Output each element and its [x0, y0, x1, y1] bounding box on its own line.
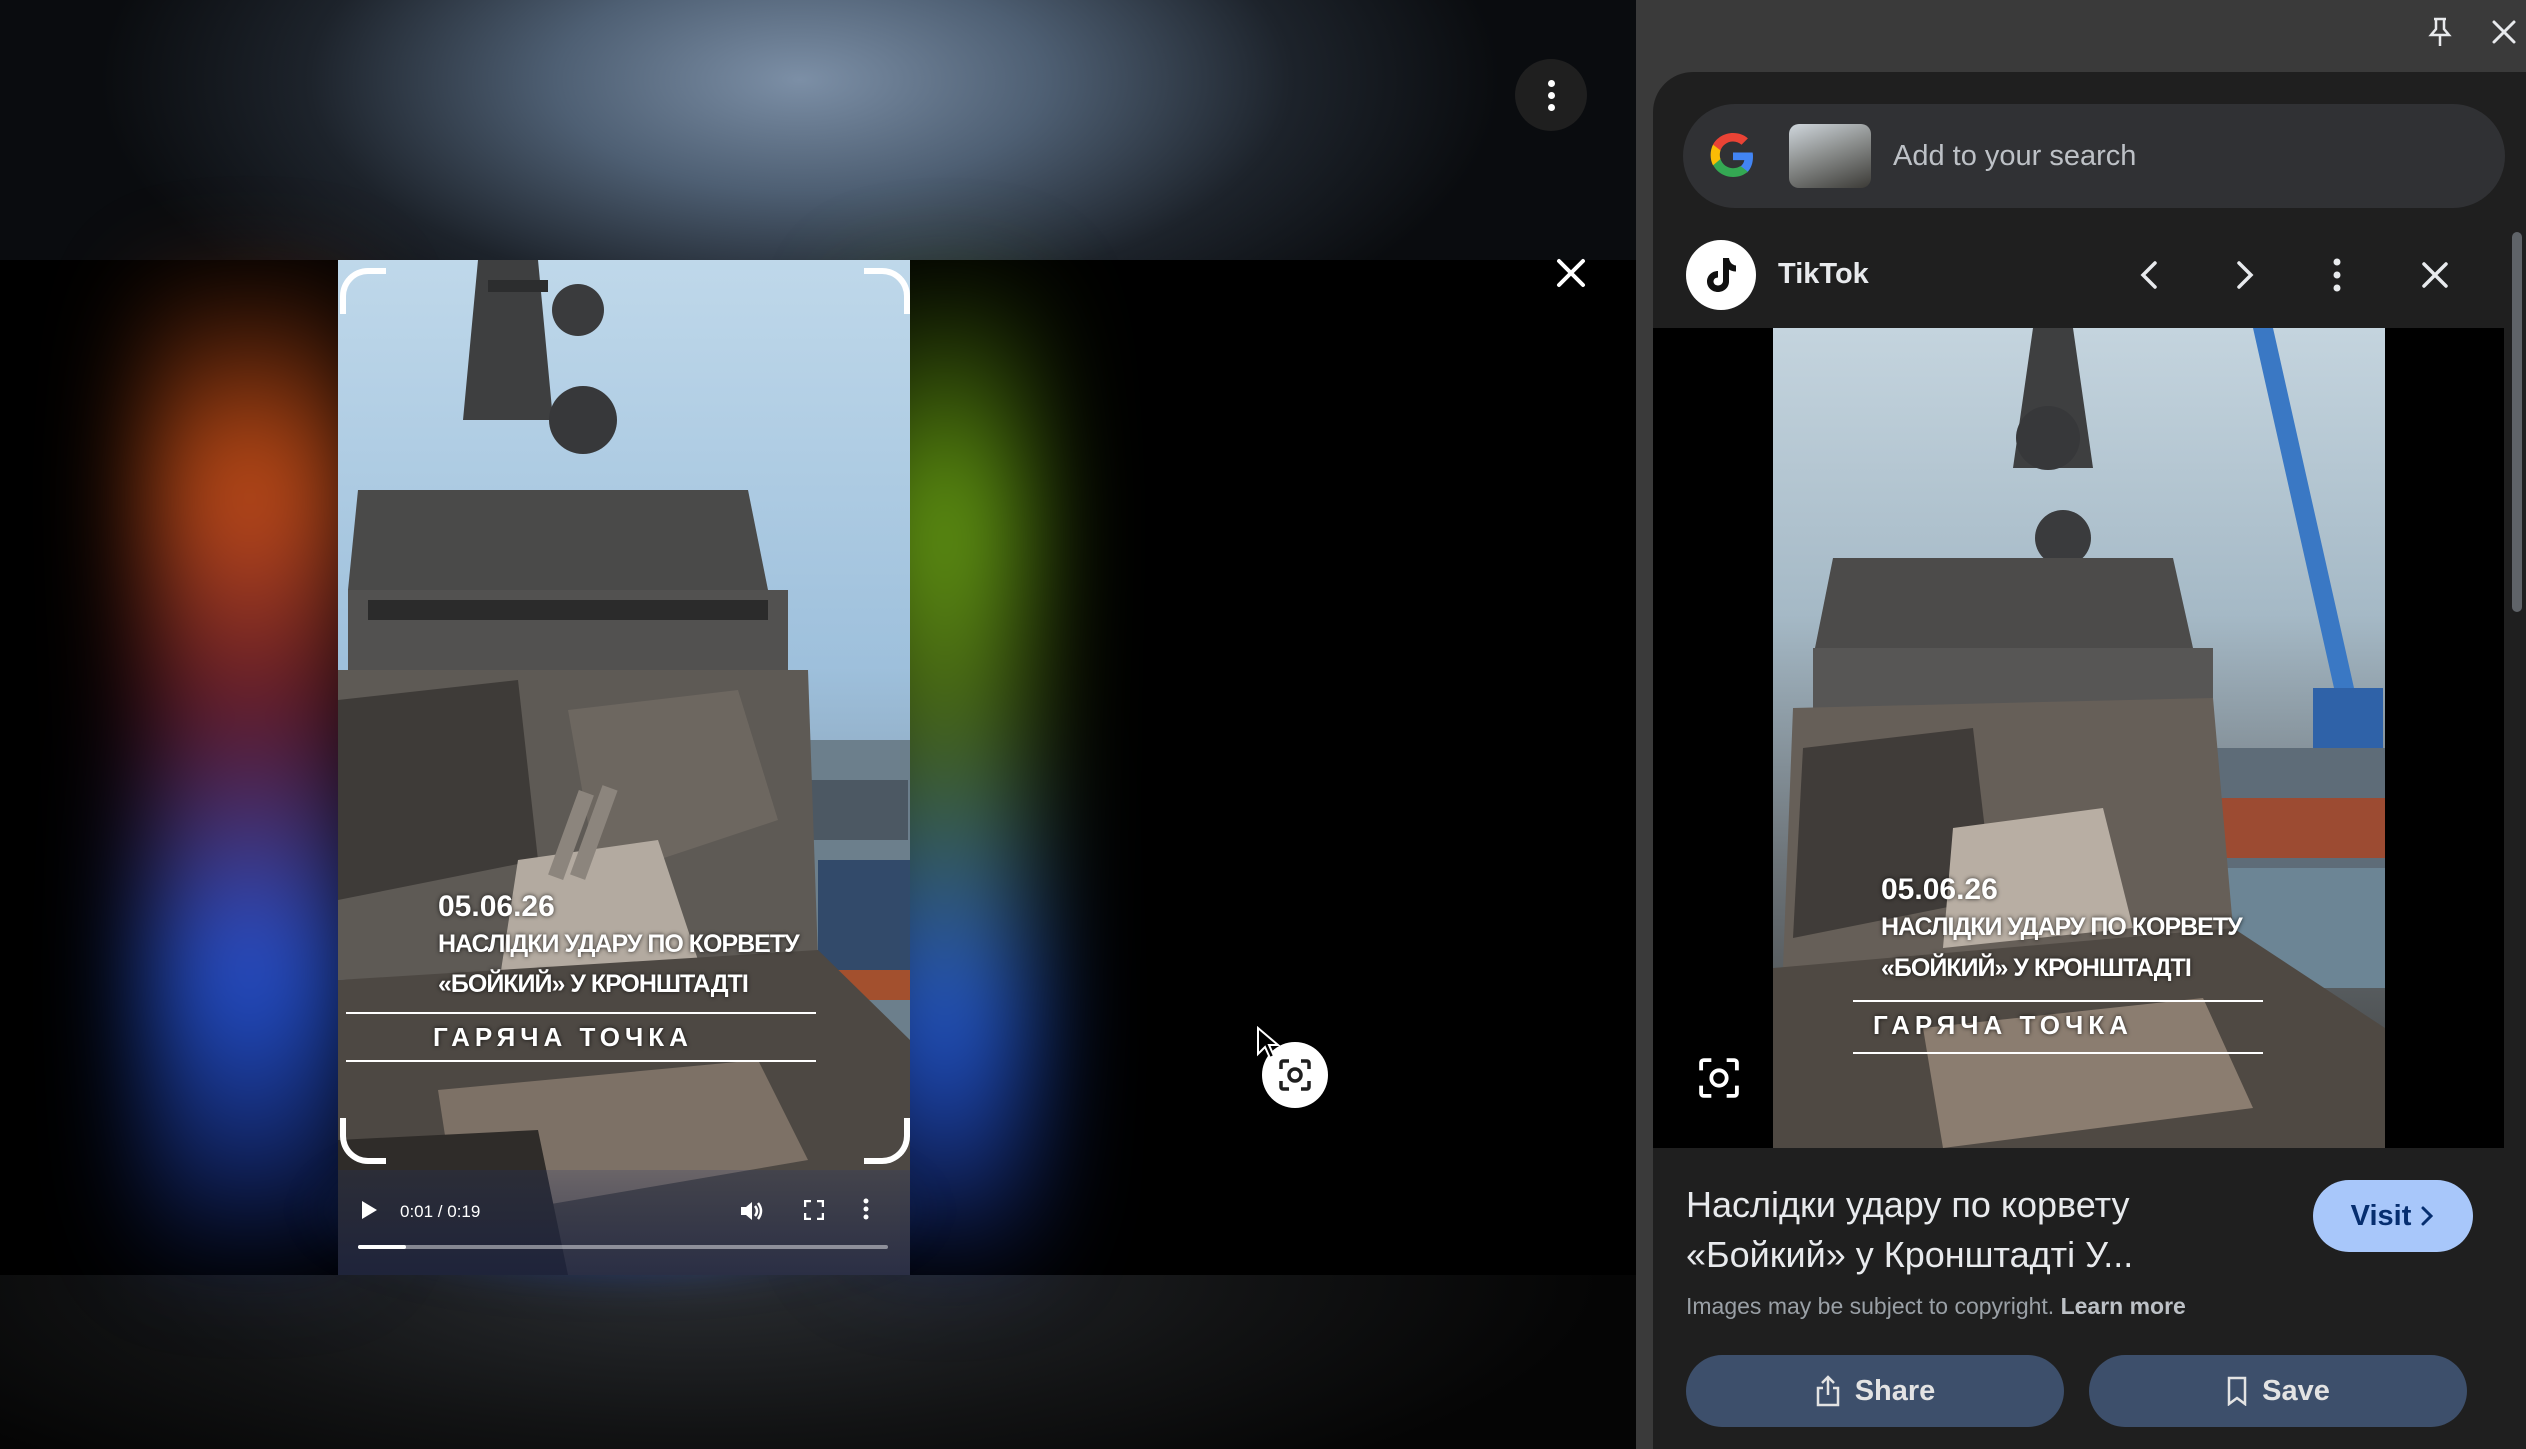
- share-icon: [1816, 1375, 1839, 1407]
- close-icon[interactable]: [2420, 260, 2450, 295]
- blurred-backdrop-bottom: [0, 1275, 1636, 1449]
- lens-glow-left: [150, 260, 350, 1275]
- more-vert-icon: [1547, 79, 1555, 111]
- lens-search-button[interactable]: [1696, 1055, 1742, 1101]
- video-viewer: 05.06.26 НАСЛІДКИ УДАРУ ПО КОРВЕТУ «БОЙК…: [0, 0, 1636, 1449]
- visit-button[interactable]: Visit: [2313, 1180, 2473, 1252]
- video-time: 0:01 / 0:19: [400, 1202, 481, 1221]
- video-controls: 0:01 / 0:19: [338, 1170, 910, 1275]
- video-progress-fill: [358, 1245, 406, 1249]
- video-frame[interactable]: 05.06.26 НАСЛІДКИ УДАРУ ПО КОРВЕТУ «БОЙК…: [338, 260, 910, 1275]
- video-progress-bar[interactable]: [358, 1245, 888, 1249]
- play-icon[interactable]: [360, 1200, 378, 1224]
- fullscreen-icon[interactable]: [803, 1199, 825, 1224]
- close-panel-icon[interactable]: [2490, 18, 2518, 51]
- more-options-icon[interactable]: [862, 1198, 870, 1224]
- preview-brand-overlay: ГАРЯЧА ТОЧКА: [1873, 1010, 2133, 1040]
- mouse-cursor: [1256, 1025, 1281, 1065]
- caption-divider: [346, 1012, 816, 1014]
- caption-divider: [346, 1060, 816, 1062]
- preview-caption-line2: «БОЙКИЙ» У КРОНШТАДТІ: [1881, 954, 2192, 982]
- caption-divider: [1853, 1000, 2263, 1002]
- search-bar[interactable]: Add to your search: [1683, 104, 2505, 208]
- scrollbar-thumb[interactable]: [2512, 232, 2522, 612]
- video-brand-overlay: ГАРЯЧА ТОЧКА: [433, 1022, 693, 1052]
- chevron-left-icon[interactable]: [2138, 260, 2160, 295]
- preview-image[interactable]: 05.06.26 НАСЛІДКИ УДАРУ ПО КОРВЕТУ «БОЙК…: [1773, 328, 2385, 1148]
- lens-icon: [1699, 1058, 1739, 1098]
- ship-illustration: [338, 260, 910, 1275]
- search-placeholder[interactable]: Add to your search: [1893, 140, 2136, 173]
- blurred-backdrop-top: [0, 0, 1636, 260]
- save-button[interactable]: Save: [2089, 1355, 2467, 1427]
- pin-icon[interactable]: [2426, 16, 2454, 53]
- bookmark-icon: [2227, 1376, 2247, 1406]
- preview-date-overlay: 05.06.26: [1881, 873, 1998, 906]
- copyright-text: Images may be subject to copyright.: [1686, 1293, 2055, 1319]
- share-label: Share: [1854, 1374, 1936, 1407]
- learn-more-link[interactable]: Learn more: [2061, 1293, 2186, 1319]
- more-vert-icon[interactable]: [2332, 258, 2342, 297]
- lens-icon: [1279, 1059, 1311, 1091]
- chevron-right-icon[interactable]: [2234, 260, 2256, 295]
- copyright-notice: Images may be subject to copyright. Lear…: [1686, 1293, 2186, 1320]
- visit-label: Visit: [2350, 1199, 2412, 1232]
- video-date-overlay: 05.06.26: [438, 890, 555, 923]
- video-caption-line1: НАСЛІДКИ УДАРУ ПО КОРВЕТУ: [438, 930, 800, 958]
- close-viewer-button[interactable]: [1553, 255, 1589, 291]
- source-name[interactable]: TikTok: [1778, 258, 1869, 291]
- viewer-menu-button[interactable]: [1515, 59, 1587, 131]
- source-header: TikTok: [1686, 240, 2486, 310]
- preview-caption-line1: НАСЛІДКИ УДАРУ ПО КОРВЕТУ: [1881, 913, 2243, 941]
- share-button[interactable]: Share: [1686, 1355, 2064, 1427]
- volume-icon[interactable]: [740, 1200, 764, 1226]
- search-image-thumbnail[interactable]: [1789, 124, 1871, 188]
- result-title[interactable]: Наслідки удару по корвету «Бойкий» у Кро…: [1686, 1180, 2286, 1280]
- google-g-icon: [1709, 132, 1757, 185]
- caption-divider: [1853, 1052, 2263, 1054]
- close-icon: [1557, 259, 1585, 287]
- save-label: Save: [2262, 1374, 2330, 1407]
- video-caption-line2: «БОЙКИЙ» У КРОНШТАДТІ: [438, 970, 749, 998]
- tiktok-icon: [1686, 240, 1756, 310]
- chevron-right-icon: [2421, 1206, 2434, 1226]
